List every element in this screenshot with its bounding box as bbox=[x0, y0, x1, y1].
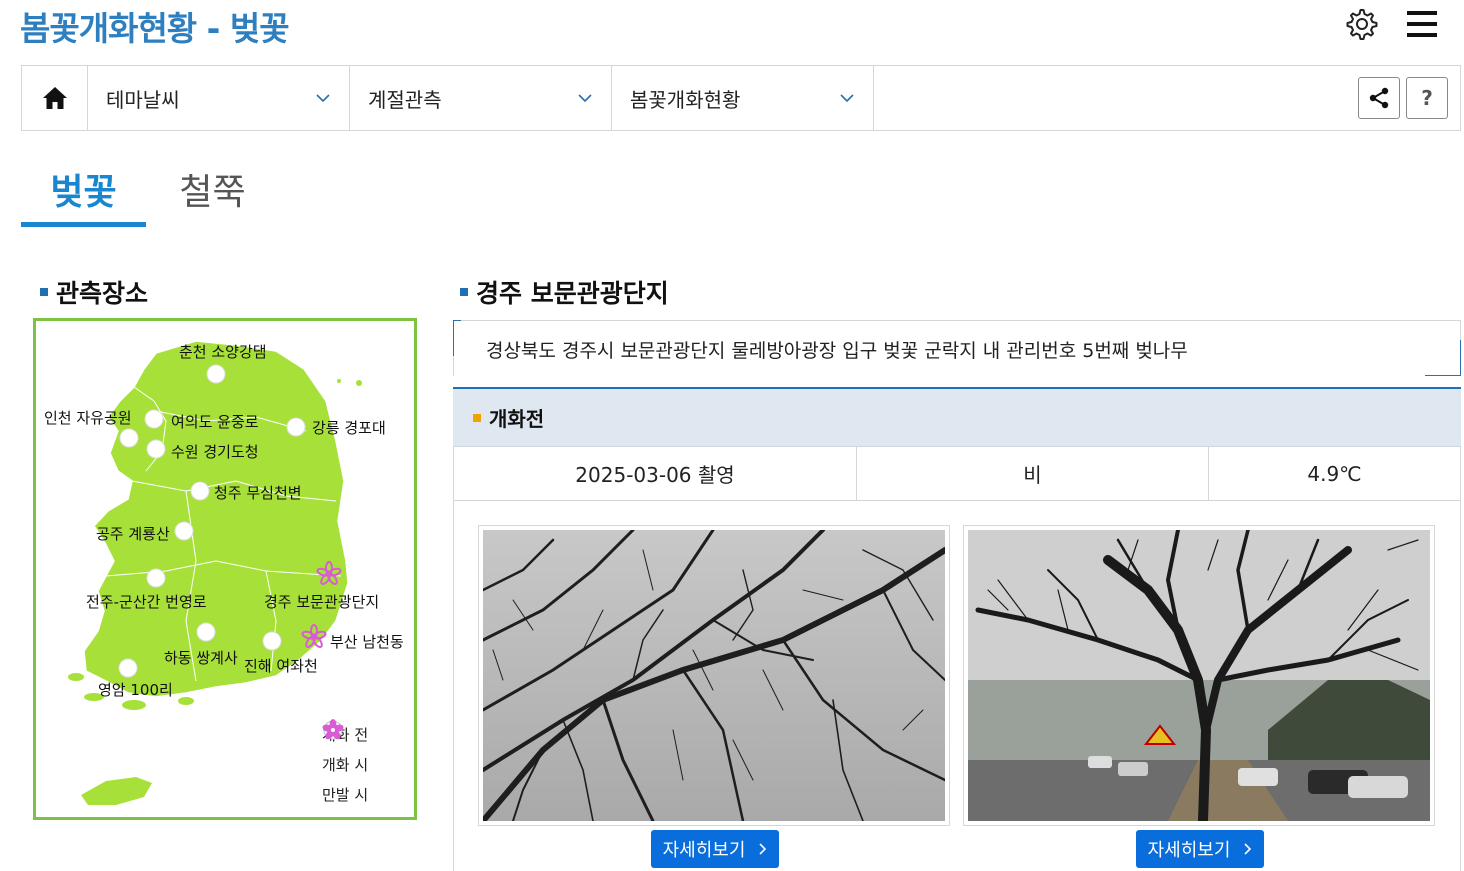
chevron-right-icon bbox=[1244, 843, 1252, 855]
marker-busan-flower-icon[interactable] bbox=[301, 624, 327, 649]
section-title: 경주 보문관광단지 bbox=[476, 279, 669, 308]
nav-dropdown-spring-flowers[interactable]: 봄꽃개화현황 bbox=[612, 66, 874, 130]
location-label[interactable]: 하동 쌍계사 bbox=[164, 647, 238, 668]
tree-photo-wide[interactable] bbox=[963, 525, 1435, 826]
legend-label: 만발 시 bbox=[322, 785, 369, 804]
home-icon bbox=[42, 87, 67, 109]
observation-info-row: 2025-03-06 촬영 비 4.9℃ bbox=[453, 447, 1461, 501]
section-title: 관측장소 bbox=[56, 279, 149, 308]
location-label[interactable]: 인천 자유공원 bbox=[44, 407, 132, 428]
tab-azalea[interactable]: 철쭉 bbox=[150, 155, 275, 227]
corner-decoration bbox=[453, 320, 461, 356]
observation-sites-heading: 관측장소 bbox=[40, 274, 148, 310]
marker-hadong[interactable] bbox=[196, 622, 216, 642]
marker-gongju[interactable] bbox=[174, 521, 194, 541]
share-button[interactable] bbox=[1358, 77, 1400, 119]
temperature: 4.9℃ bbox=[1307, 461, 1362, 486]
map-legend: 개화 전 개화 시 만발 시 bbox=[322, 719, 368, 809]
hamburger-menu-icon[interactable] bbox=[1406, 8, 1438, 40]
location-label[interactable]: 부산 남천동 bbox=[330, 631, 404, 652]
bullet-square-icon bbox=[460, 288, 468, 296]
chevron-down-icon bbox=[578, 94, 592, 103]
location-label[interactable]: 전주-군산간 번영로 bbox=[86, 591, 207, 612]
location-label[interactable]: 수원 경기도청 bbox=[171, 441, 259, 462]
tree-photo-closeup[interactable] bbox=[478, 525, 950, 826]
weather: 비 bbox=[857, 447, 1209, 500]
korea-map: 춘천 소양강댐 인천 자유공원 여의도 윤중로 수원 경기도청 강릉 경포대 청… bbox=[33, 318, 417, 820]
location-label[interactable]: 공주 계룡산 bbox=[96, 523, 170, 544]
site-description: 경상북도 경주시 보문관광단지 물레방아광장 입구 벚꽃 군락지 내 관리번호 … bbox=[486, 340, 1188, 362]
nav-dropdown-label: 봄꽃개화현황 bbox=[630, 87, 741, 112]
bullet-square-icon bbox=[473, 413, 481, 422]
legend-label: 개화 시 bbox=[322, 755, 369, 774]
marker-chuncheon[interactable] bbox=[206, 364, 226, 384]
marker-gangneung[interactable] bbox=[286, 417, 306, 437]
home-button[interactable] bbox=[22, 66, 88, 130]
location-label[interactable]: 청주 무심천변 bbox=[214, 482, 302, 503]
marker-jinhae[interactable] bbox=[262, 631, 282, 651]
marker-yeongam[interactable] bbox=[118, 658, 138, 678]
button-label: 자세히보기 bbox=[662, 840, 746, 861]
marker-suwon[interactable] bbox=[146, 439, 166, 459]
tab-cherry-blossom[interactable]: 벚꽃 bbox=[21, 155, 146, 227]
nav-dropdown-theme-weather[interactable]: 테마날씨 bbox=[88, 66, 350, 130]
location-label[interactable]: 여의도 윤중로 bbox=[171, 411, 259, 432]
marker-cheongju[interactable] bbox=[190, 481, 210, 501]
nav-dropdown-season-obs[interactable]: 계절관측 bbox=[350, 66, 612, 130]
flower-tabs: 벚꽃 철쭉 bbox=[21, 155, 275, 227]
bloom-status: 개화전 bbox=[489, 407, 545, 431]
marker-incheon[interactable] bbox=[119, 428, 139, 448]
nav-dropdown-label: 계절관측 bbox=[368, 87, 442, 112]
location-label[interactable]: 진해 여좌천 bbox=[244, 655, 318, 676]
bullet-square-icon bbox=[40, 288, 48, 296]
pink-filled-flower-icon bbox=[323, 720, 343, 739]
settings-gear-icon[interactable] bbox=[1344, 6, 1380, 42]
photo-gallery: 자세히보기 자세히보기 bbox=[453, 501, 1461, 871]
nav-dropdown-label: 테마날씨 bbox=[106, 87, 180, 112]
corner-decoration bbox=[1425, 340, 1461, 376]
photo-date: 2025-03-06 촬영 bbox=[454, 447, 857, 500]
chevron-down-icon bbox=[840, 94, 854, 103]
breadcrumb-nav: 테마날씨 계절관측 봄꽃개화현황 ? bbox=[21, 65, 1461, 131]
site-heading: 경주 보문관광단지 bbox=[460, 274, 669, 310]
button-label: 자세히보기 bbox=[1147, 840, 1231, 861]
location-label[interactable]: 춘천 소양강댐 bbox=[179, 341, 267, 362]
marker-gyeongju-flower-icon[interactable] bbox=[316, 561, 342, 586]
share-icon bbox=[1369, 87, 1389, 109]
chevron-down-icon bbox=[316, 94, 330, 103]
bloom-status-header: 개화전 bbox=[453, 389, 1461, 447]
header-actions bbox=[1344, 6, 1438, 42]
location-label[interactable]: 강릉 경포대 bbox=[312, 417, 386, 438]
marker-yeouido[interactable] bbox=[144, 409, 164, 429]
chevron-right-icon bbox=[759, 843, 767, 855]
site-description-box: 경상북도 경주시 보문관광단지 물레방아광장 입구 벚꽃 군락지 내 관리번호 … bbox=[453, 320, 1461, 376]
location-label[interactable]: 영암 100리 bbox=[98, 679, 173, 700]
marker-jeonju[interactable] bbox=[146, 568, 166, 588]
help-button[interactable]: ? bbox=[1406, 77, 1448, 119]
location-label[interactable]: 경주 보문관광단지 bbox=[264, 591, 379, 612]
page-title: 봄꽃개화현황 - 벚꽃 bbox=[20, 9, 290, 48]
view-detail-button[interactable]: 자세히보기 bbox=[1136, 830, 1264, 868]
view-detail-button[interactable]: 자세히보기 bbox=[651, 830, 779, 868]
